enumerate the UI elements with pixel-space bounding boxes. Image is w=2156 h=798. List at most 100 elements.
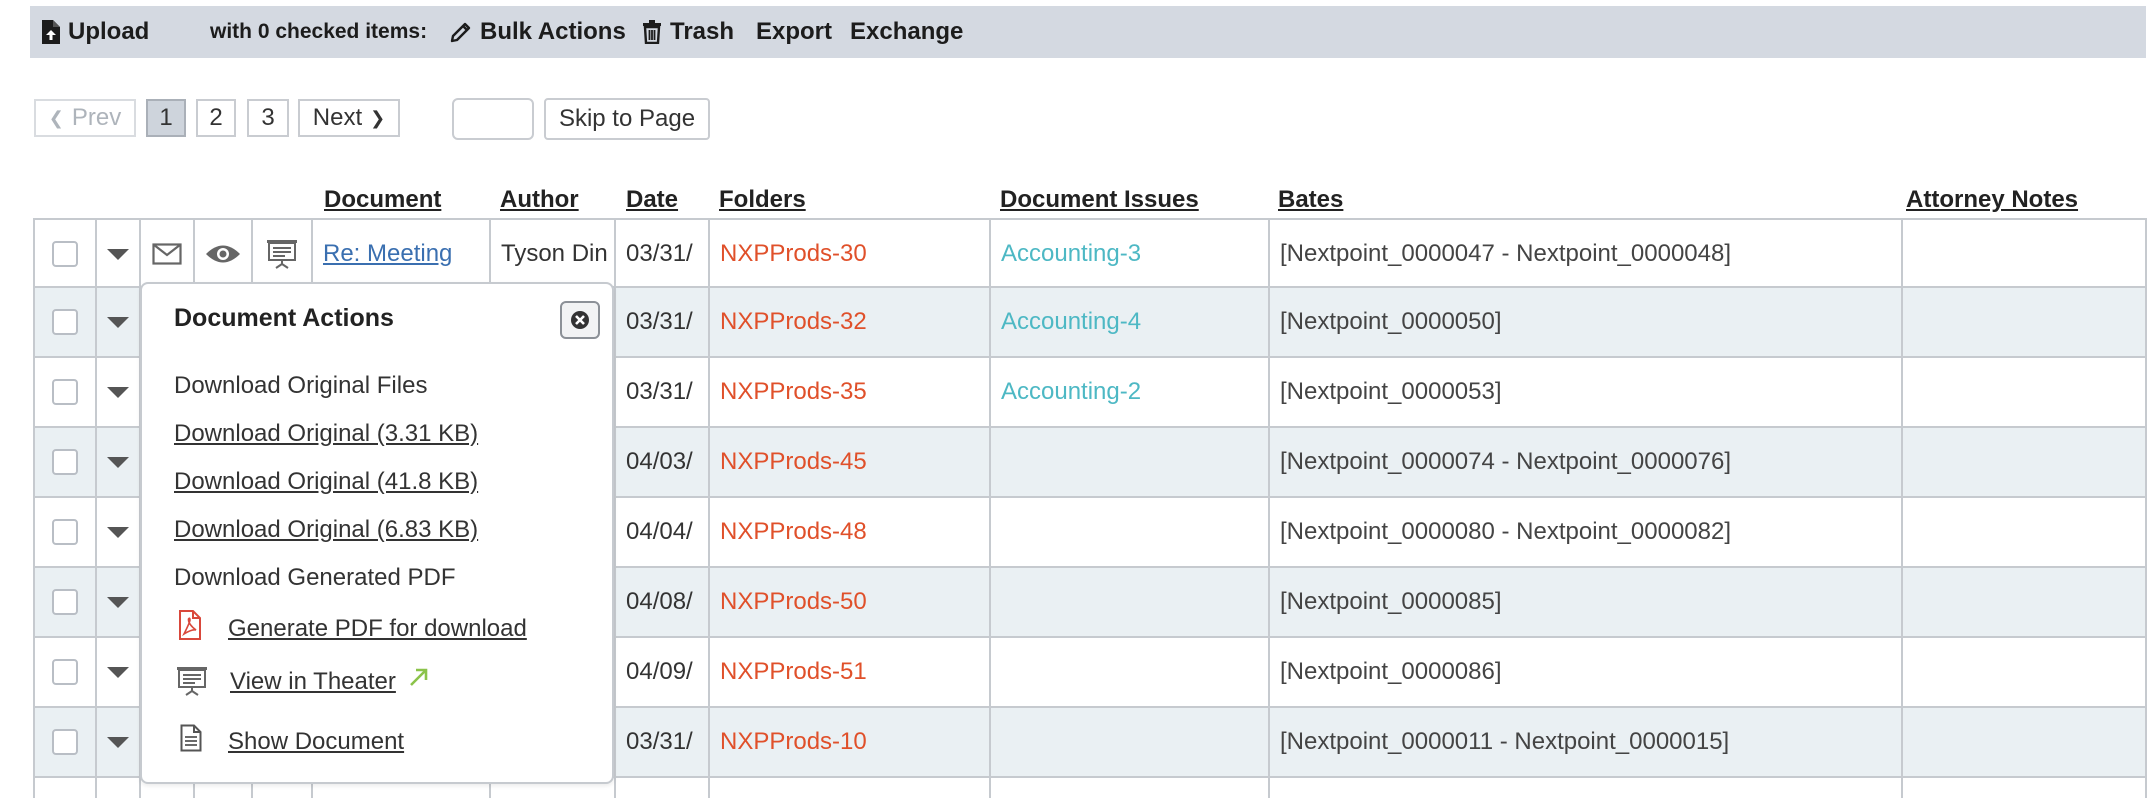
close-popup-button[interactable] [560, 301, 600, 339]
page-2-button[interactable]: 2 [196, 99, 236, 137]
column-header-date[interactable]: Date [626, 186, 678, 214]
preview-cell [193, 220, 251, 288]
folder-link[interactable]: NXPProds-10 [720, 728, 867, 756]
column-header-document[interactable]: Document [324, 186, 441, 214]
presentation-icon[interactable] [266, 239, 298, 269]
download-original-link[interactable]: Download Original (41.8 KB) [174, 468, 478, 496]
upload-button[interactable]: Upload [42, 18, 149, 46]
caret-down-icon[interactable] [107, 736, 129, 748]
bates-cell: [Nextpoint_0000050] [1268, 288, 1901, 356]
notes-cell[interactable] [1901, 568, 2147, 636]
notes-cell[interactable] [1901, 638, 2147, 706]
issue-cell [989, 568, 1268, 636]
envelope-icon[interactable] [152, 243, 182, 265]
issue-link[interactable]: Accounting-2 [1001, 378, 1141, 406]
page-3-button[interactable]: 3 [247, 99, 289, 137]
folder-cell: NXPProds-51 [708, 638, 989, 706]
exchange-button[interactable]: Exchange [850, 18, 963, 46]
bates-cell: [Nextpoint_0000080 - Nextpoint_0000082] [1268, 498, 1901, 566]
notes-cell[interactable] [1901, 498, 2147, 566]
row-checkbox[interactable] [52, 449, 78, 475]
document-cell: Re: Meeting [311, 220, 489, 288]
skip-to-page-button[interactable]: Skip to Page [544, 98, 710, 140]
folder-link[interactable]: NXPProds-50 [720, 588, 867, 616]
download-original-link[interactable]: Download Original (6.83 KB) [174, 516, 478, 544]
folder-cell: NXPProds-50 [708, 568, 989, 636]
page-number: 2 [209, 104, 223, 131]
close-icon [571, 311, 589, 329]
issue-cell [989, 778, 1268, 798]
notes-cell[interactable] [1901, 708, 2147, 776]
row-checkbox[interactable] [52, 309, 78, 335]
column-header-document-issues[interactable]: Document Issues [1000, 186, 1199, 214]
row-checkbox[interactable] [52, 241, 78, 267]
row-checkbox-cell [33, 288, 95, 356]
view-in-theater-link[interactable]: View in Theater [230, 668, 396, 696]
notes-cell[interactable] [1901, 220, 2147, 288]
notes-cell[interactable] [1901, 428, 2147, 496]
caret-down-icon[interactable] [107, 526, 129, 538]
page-number-input[interactable] [452, 98, 534, 140]
next-page-button[interactable]: Next ❯ [298, 99, 400, 137]
notes-cell[interactable] [1901, 358, 2147, 426]
row-actions-cell [95, 428, 139, 496]
row-checkbox[interactable] [52, 379, 78, 405]
folder-cell: NXPProds-30 [708, 220, 989, 288]
export-label: Export [756, 18, 833, 45]
column-header-author[interactable]: Author [500, 186, 579, 214]
document-actions-popup: Document Actions Download Original Files… [140, 282, 614, 784]
folder-link[interactable]: NXPProds-30 [720, 240, 867, 268]
row-actions-cell [95, 498, 139, 566]
folder-cell [708, 778, 989, 798]
folder-link[interactable]: NXPProds-48 [720, 518, 867, 546]
folder-cell: NXPProds-48 [708, 498, 989, 566]
author-cell: Tyson Din [489, 220, 614, 288]
folder-link[interactable]: NXPProds-32 [720, 308, 867, 336]
date-cell: 04/04/ [614, 498, 708, 566]
chevron-right-icon: ❯ [370, 107, 386, 128]
folder-link[interactable]: NXPProds-35 [720, 378, 867, 406]
page-number: 3 [261, 104, 275, 131]
notes-cell [1901, 778, 2147, 798]
checked-items-text: with 0 checked items: [210, 20, 428, 43]
folder-link[interactable]: NXPProds-51 [720, 658, 867, 686]
folder-link[interactable]: NXPProds-45 [720, 448, 867, 476]
caret-down-icon[interactable] [107, 456, 129, 468]
table-row: Re: Meeting Tyson Din 03/31/ NXPProds-30… [33, 218, 2147, 288]
date-cell: 04/09/ [614, 638, 708, 706]
generate-pdf-link[interactable]: Generate PDF for download [228, 615, 527, 643]
row-checkbox-cell [33, 638, 95, 706]
download-original-link[interactable]: Download Original (3.31 KB) [174, 420, 478, 448]
issue-link[interactable]: Accounting-3 [1001, 240, 1141, 268]
caret-down-icon[interactable] [107, 596, 129, 608]
caret-down-icon[interactable] [107, 316, 129, 328]
caret-down-icon[interactable] [107, 666, 129, 678]
eye-icon[interactable] [205, 243, 241, 265]
bulk-actions-label: Bulk Actions [480, 18, 626, 45]
issue-cell: Accounting-3 [989, 220, 1268, 288]
row-checkbox[interactable] [52, 589, 78, 615]
date-value: 03/31/ [626, 308, 693, 335]
date-value: 04/03/ [626, 448, 693, 475]
document-link[interactable]: Re: Meeting [323, 240, 452, 268]
file-upload-icon [42, 20, 60, 44]
caret-down-icon[interactable] [107, 386, 129, 398]
column-header-folders[interactable]: Folders [719, 186, 806, 214]
row-checkbox[interactable] [52, 519, 78, 545]
row-checkbox-cell [33, 708, 95, 776]
trash-button[interactable]: Trash [642, 18, 734, 46]
export-button[interactable]: Export [756, 18, 832, 46]
show-document-link[interactable]: Show Document [228, 728, 404, 756]
row-checkbox[interactable] [52, 729, 78, 755]
prev-page-button[interactable]: ❮ Prev [34, 99, 136, 137]
issue-cell: Accounting-4 [989, 288, 1268, 356]
bulk-actions-button[interactable]: Bulk Actions [450, 18, 626, 46]
page-1-button[interactable]: 1 [146, 99, 186, 137]
column-header-attorney-notes[interactable]: Attorney Notes [1906, 186, 2078, 214]
caret-down-icon[interactable] [107, 248, 129, 260]
row-checkbox[interactable] [52, 659, 78, 685]
notes-cell[interactable] [1901, 288, 2147, 356]
issue-link[interactable]: Accounting-4 [1001, 308, 1141, 336]
document-icon [180, 724, 202, 752]
column-header-bates[interactable]: Bates [1278, 186, 1343, 214]
